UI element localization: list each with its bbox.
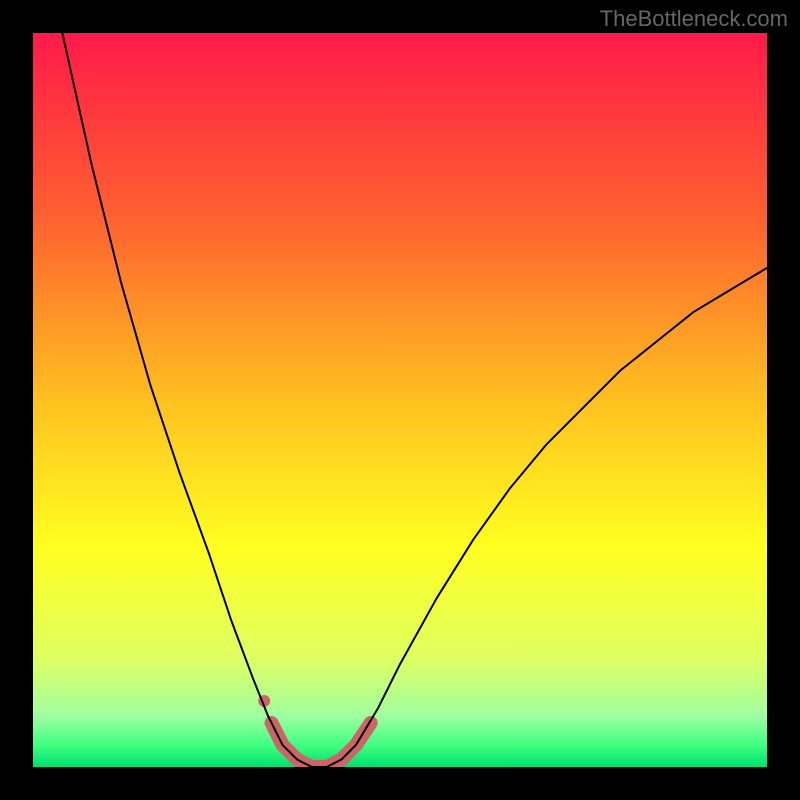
plot-frame [33, 33, 767, 767]
watermark-text: TheBottleneck.com [600, 6, 788, 32]
gradient-background [33, 33, 767, 767]
chart-svg [33, 33, 767, 767]
plot-area [33, 33, 767, 767]
